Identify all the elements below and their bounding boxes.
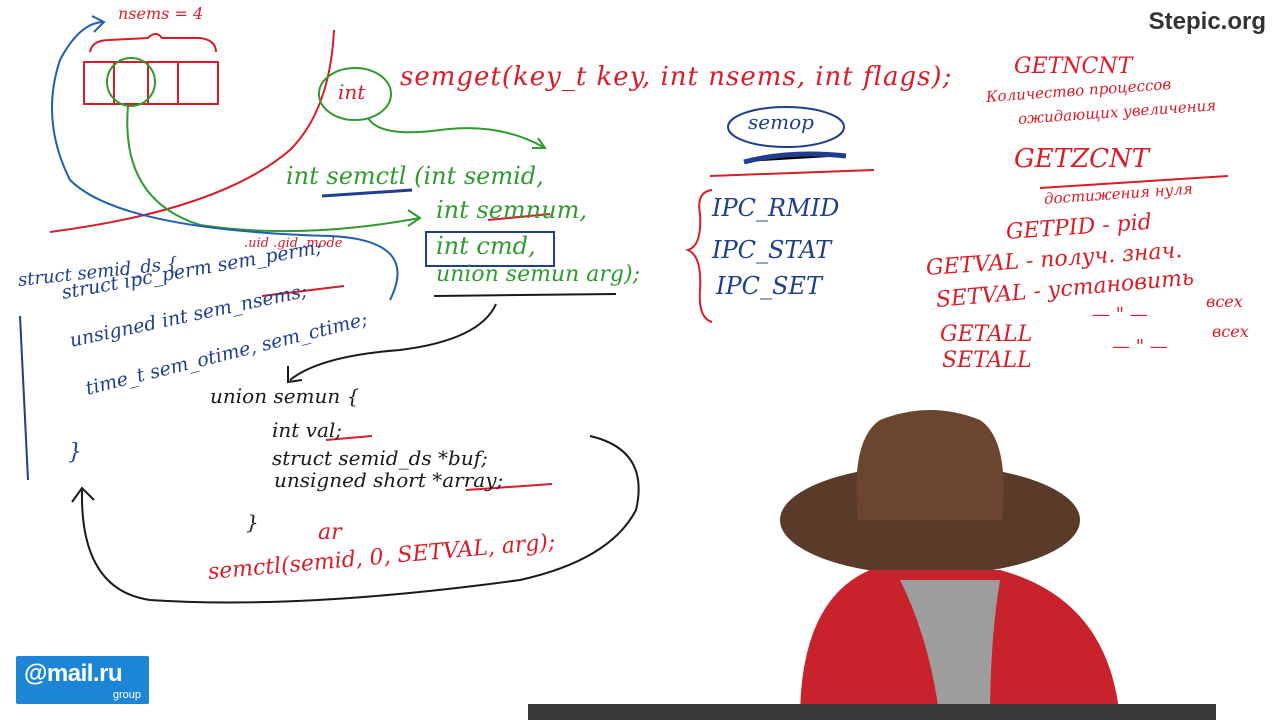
- mailru-logo-subtext: group: [112, 689, 141, 701]
- ditto-mark: — " —: [1092, 304, 1148, 325]
- mailru-logo: @mail.ru group: [16, 656, 149, 704]
- semid-ds-close: }: [68, 440, 82, 465]
- ipc-command: IPC_STAT: [712, 236, 832, 264]
- semun-close: }: [246, 510, 259, 534]
- semop-red-underline: [709, 169, 875, 177]
- ditto-mark: — " —: [1112, 336, 1168, 357]
- presenter-laptop: [528, 704, 1216, 720]
- green-arrow-semid: [367, 117, 546, 149]
- ipc-brace: [685, 189, 713, 323]
- stepic-watermark: Stepic.org: [1148, 8, 1266, 35]
- getzcnt-label: GETZCNT: [1014, 144, 1150, 174]
- getncnt-label: GETNCNT: [1014, 54, 1133, 79]
- semctl-line-4: union semun arg);: [436, 262, 640, 287]
- arg-partial: ar: [318, 520, 342, 545]
- mailru-logo-text: @mail.ru: [24, 660, 123, 687]
- all-note: всех: [1206, 292, 1243, 311]
- setall-label: SETALL: [942, 348, 1032, 373]
- all-note: всех: [1212, 322, 1249, 341]
- semctl-line-3: int cmd,: [436, 232, 536, 260]
- arg-underline: [433, 293, 617, 297]
- getall-label: GETALL: [940, 322, 1033, 347]
- semun-line-1: union semun {: [210, 384, 360, 408]
- semop-label: semop: [748, 110, 814, 134]
- ipc-command: IPC_SET: [716, 272, 822, 300]
- semctl-line-2: int semnum,: [436, 196, 587, 224]
- int-label: int: [338, 80, 366, 104]
- semctl-underline: [321, 188, 413, 198]
- semun-line-3: struct semid_ds *buf;: [272, 446, 488, 470]
- presenter-hat-crown: [856, 410, 1004, 520]
- semun-line-2: int val;: [272, 418, 343, 442]
- black-arrow-semun: [289, 303, 497, 381]
- red-separator-arc: [49, 29, 335, 233]
- nsems-note: nsems = 4: [118, 4, 204, 23]
- semun-line-4: unsigned short *array;: [274, 468, 504, 492]
- semop-underline: [743, 151, 847, 165]
- semid-ds-bracket: [19, 315, 29, 481]
- semget-call: semget(key_t key, int nsems, int flags);: [400, 62, 953, 92]
- nsems-brace: [89, 33, 217, 53]
- ipc-command: IPC_RMID: [712, 194, 840, 222]
- semctl-line-1: int semctl (int semid,: [286, 162, 544, 190]
